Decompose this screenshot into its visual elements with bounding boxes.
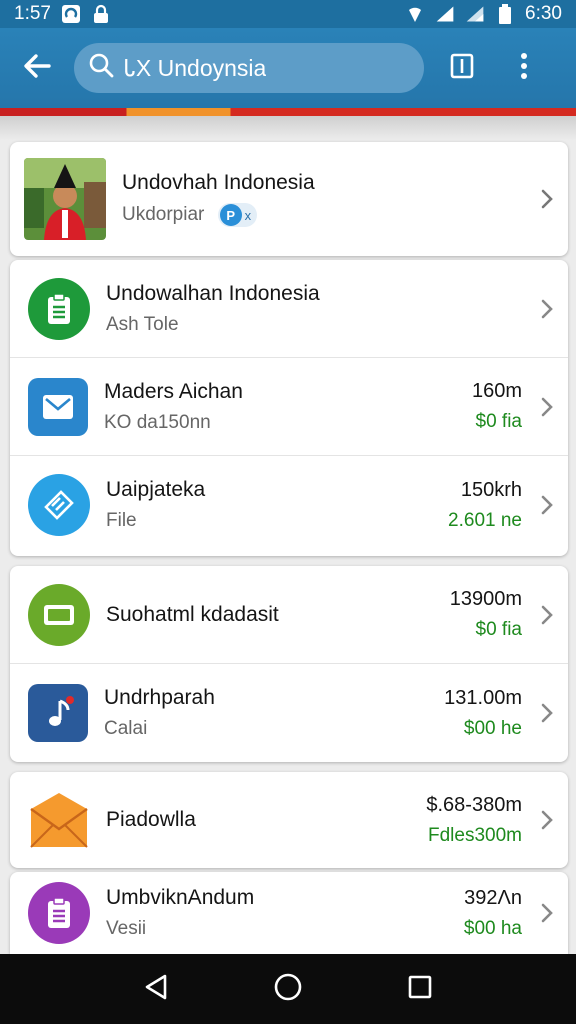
list-item-value: Fdles300m — [428, 824, 522, 846]
nav-back-button[interactable] — [126, 959, 186, 1019]
list-item-subtitle: KO da150nn — [104, 411, 211, 433]
list-card-3: Piadowlla $.68-380m Fdles300m — [10, 772, 568, 868]
list-item-title: Suohatml kdadasit — [106, 602, 279, 626]
list-item-amount: $.68-380m — [426, 793, 522, 816]
list-item[interactable]: Piadowlla $.68-380m Fdles300m — [10, 772, 568, 868]
list-item-amount: 392Λn — [464, 886, 522, 909]
app-bar: ᏓX Undoynsia — [0, 28, 576, 108]
list-item-subtitle: Vesii — [106, 918, 147, 939]
chevron-right-icon — [532, 702, 562, 724]
list-item-title: Piadowlla — [106, 808, 196, 831]
list-item-value: $00 he — [463, 717, 522, 739]
battery-icon — [495, 4, 515, 24]
envelope-icon — [28, 789, 90, 851]
overflow-menu-button[interactable] — [504, 42, 544, 94]
list-item-subtitle: Ash Tole — [106, 313, 179, 335]
search-query: ᏓX Undoynsia — [124, 54, 267, 81]
chat-app-icon — [61, 4, 81, 24]
chip-close-icon: x — [244, 207, 252, 223]
list-item-amount: 150krh — [460, 478, 522, 501]
list-item-subtitle: Calai — [104, 718, 148, 739]
list-item[interactable]: Undowalhan Indonesia Ash Tole — [10, 260, 568, 358]
nav-home-button[interactable] — [258, 959, 318, 1019]
clipboard-icon — [28, 277, 90, 340]
back-button[interactable] — [0, 28, 74, 108]
app-bar-shadow — [0, 116, 576, 140]
list-card-1: Undowalhan Indonesia Ash Tole Maders Aicha… — [10, 260, 568, 556]
search-icon — [88, 52, 114, 84]
mail-icon — [28, 377, 88, 436]
list-item[interactable]: Maders Aichan KO da150nn 160m $0 fia — [10, 358, 568, 456]
list-item[interactable]: Uaipjateka File 150krh 2.601 ne — [10, 456, 568, 554]
signal-icon — [435, 4, 455, 24]
profile-subtitle-text: Ukdorpiar — [122, 204, 205, 226]
back-arrow-icon — [22, 51, 52, 86]
nav-recents-button[interactable] — [390, 959, 450, 1019]
status-bar: 1:57 6:30 — [0, 0, 576, 28]
status-time-right: 6:30 — [525, 3, 562, 24]
list-item-amount: 13900m — [449, 588, 522, 610]
list-item-title: Maders Aichan — [104, 379, 243, 403]
list-item[interactable]: Suohatml kdadasit 13900m $0 fia — [10, 566, 568, 664]
profile-card[interactable]: Undovhah Indonesia Ukdorpiar P x — [10, 142, 568, 256]
list-item[interactable]: UmbviknAndum Vesii 392Λn $00 ha — [10, 872, 568, 954]
recents-square-icon — [407, 974, 433, 1005]
overflow-menu-icon — [520, 52, 528, 85]
search-input[interactable]: ᏓX Undoynsia — [74, 43, 424, 93]
list-item-title: Uaipjateka — [106, 478, 206, 501]
list-item-title: UmbviknAndum — [106, 886, 255, 909]
profile-name: Undovhah Indonesia — [122, 171, 315, 194]
chevron-right-icon — [532, 188, 562, 210]
list-item-value: 2.601 ne — [448, 509, 522, 531]
list-item-amount: 131.00m — [444, 686, 522, 709]
chevron-right-icon — [532, 809, 562, 831]
navigation-bar — [0, 954, 576, 1024]
chip-badge: P — [219, 204, 242, 226]
tab-button[interactable] — [436, 42, 488, 94]
home-circle-icon — [273, 972, 303, 1007]
list-item[interactable]: Undrhparah Calai 131.00m $00 he — [10, 664, 568, 762]
list-item-amount: 160m — [471, 380, 522, 402]
list-card-4: UmbviknAndum Vesii 392Λn $00 ha — [10, 872, 568, 954]
chevron-right-icon — [532, 494, 562, 516]
list-card-2: Suohatml kdadasit 13900m $0 fia Undrhparah C… — [10, 566, 568, 762]
list-item-value: $00 ha — [463, 917, 522, 939]
tab-icon — [450, 53, 474, 84]
chevron-right-icon — [532, 396, 562, 418]
music-note-icon — [28, 684, 88, 742]
status-time-left: 1:57 — [14, 3, 51, 24]
chevron-right-icon — [532, 902, 562, 924]
list-item-value: $0 fia — [475, 411, 522, 432]
accent-strip — [0, 108, 576, 116]
list-item-subtitle: File — [106, 510, 137, 531]
list-item-title: Undowalhan Indonesia — [106, 281, 320, 305]
layers-icon — [28, 474, 90, 536]
chevron-right-icon — [532, 604, 562, 626]
profile-subtitle: Ukdorpiar P x — [122, 203, 532, 227]
lock-icon — [91, 4, 111, 24]
list-item-title: Undrhparah — [104, 686, 215, 709]
profile-photo — [24, 158, 106, 240]
clipboard-icon — [28, 882, 90, 944]
chevron-right-icon — [532, 298, 562, 320]
card-icon — [28, 583, 90, 646]
wifi-icon — [405, 4, 425, 24]
signal-icon — [465, 4, 485, 24]
list-item-value: $0 fia — [475, 619, 522, 640]
profile-chip[interactable]: P x — [217, 203, 258, 227]
back-triangle-icon — [143, 973, 169, 1006]
